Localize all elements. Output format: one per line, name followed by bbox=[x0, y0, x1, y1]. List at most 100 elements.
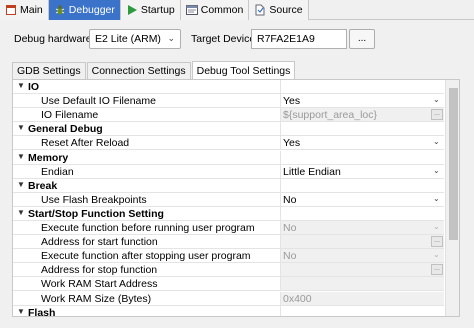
column-divider bbox=[280, 150, 281, 165]
property-name: Address for start function bbox=[41, 236, 158, 249]
category-row[interactable]: ▼ General Debug bbox=[13, 122, 444, 137]
column-divider bbox=[280, 206, 281, 221]
chevron-down-icon[interactable]: ⌄ bbox=[433, 95, 440, 104]
property-value[interactable]: Yes bbox=[283, 137, 300, 149]
category-row[interactable]: ▼ Memory bbox=[13, 150, 444, 165]
property-name: IO Filename bbox=[41, 109, 99, 122]
tab-debugger[interactable]: Debugger bbox=[48, 0, 121, 20]
tab-connection-settings[interactable]: Connection Settings bbox=[86, 62, 191, 80]
property-name: Work RAM Start Address bbox=[41, 278, 158, 291]
category-row[interactable]: ▼ Start/Stop Function Setting bbox=[13, 206, 444, 221]
category-label: Break bbox=[28, 179, 58, 192]
property-name: Work RAM Size (Bytes) bbox=[41, 292, 152, 305]
disabled-value-cell bbox=[281, 235, 444, 249]
property-name: Use Flash Breakpoints bbox=[41, 193, 147, 206]
property-value[interactable]: Little Endian bbox=[283, 166, 341, 178]
disabled-value-cell bbox=[281, 277, 444, 291]
tab-common[interactable]: Common bbox=[180, 0, 250, 20]
property-name: Execute function before running user pro… bbox=[41, 222, 255, 234]
chevron-down-icon: ⌄ bbox=[167, 33, 175, 43]
tab-common-label: Common bbox=[200, 4, 244, 16]
tab-startup[interactable]: Startup bbox=[120, 0, 181, 20]
property-row[interactable]: Address for stop function... bbox=[13, 263, 444, 278]
chevron-down-icon: ⌄ bbox=[433, 250, 440, 260]
tab-startup-label: Startup bbox=[140, 4, 175, 16]
expand-toggle-icon[interactable]: ▼ bbox=[17, 81, 25, 90]
column-divider bbox=[280, 136, 281, 151]
property-row[interactable]: Address for start function... bbox=[13, 235, 444, 250]
tab-debugger-label: Debugger bbox=[68, 4, 115, 16]
property-row[interactable]: Work RAM Size (Bytes) 0x400 bbox=[13, 291, 444, 306]
column-divider bbox=[280, 235, 281, 250]
category-label: General Debug bbox=[28, 123, 103, 136]
target-device-browse-button[interactable]: ... bbox=[349, 29, 375, 49]
category-row[interactable]: ▼ Flash bbox=[13, 305, 444, 316]
vertical-scrollbar[interactable] bbox=[445, 80, 459, 316]
property-value: No bbox=[283, 222, 297, 234]
expand-toggle-icon[interactable]: ▼ bbox=[17, 208, 25, 217]
property-name: Reset After Reload bbox=[41, 137, 130, 150]
chevron-down-icon: ⌄ bbox=[433, 222, 440, 231]
tab-debug-tool-settings[interactable]: Debug Tool Settings bbox=[191, 61, 296, 80]
debugger-sub-tabs: GDB Settings Connection Settings Debug T… bbox=[12, 61, 296, 80]
debug-hardware-value: E2 Lite (ARM) bbox=[95, 33, 161, 45]
tab-source-label: Source bbox=[269, 4, 303, 16]
browse-button[interactable]: ... bbox=[431, 264, 443, 276]
property-row[interactable]: Use Flash Breakpoints No ⌄ bbox=[13, 192, 444, 207]
property-name: Execute function after stopping user pro… bbox=[41, 250, 251, 263]
browse-button[interactable]: ... bbox=[431, 109, 443, 121]
property-name: Use Default IO Filename bbox=[41, 95, 156, 108]
property-row[interactable]: IO Filename ${support_area_loc}... bbox=[13, 108, 444, 123]
source-icon bbox=[254, 4, 266, 16]
property-row[interactable]: Endian Little Endian ⌄ bbox=[13, 164, 444, 179]
launch-config-tabs: Main Debugger Startup Common Source bbox=[0, 0, 474, 20]
column-divider bbox=[280, 108, 281, 123]
property-name: Endian bbox=[41, 165, 74, 178]
column-divider bbox=[280, 305, 281, 316]
debug-hardware-select[interactable]: E2 Lite (ARM) ⌄ bbox=[89, 29, 181, 49]
category-label: Start/Stop Function Setting bbox=[28, 207, 164, 220]
expand-toggle-icon[interactable]: ▼ bbox=[17, 123, 25, 132]
tab-gdb-settings[interactable]: GDB Settings bbox=[12, 62, 86, 80]
category-label: IO bbox=[28, 81, 40, 93]
disabled-value-cell bbox=[281, 249, 444, 263]
chevron-down-icon[interactable]: ⌄ bbox=[433, 137, 440, 146]
column-divider bbox=[280, 80, 281, 94]
property-value: No bbox=[283, 250, 297, 263]
column-divider bbox=[280, 291, 281, 306]
debug-hardware-label: Debug hardware: bbox=[14, 33, 95, 45]
property-value: 0x400 bbox=[283, 292, 312, 305]
column-divider bbox=[280, 178, 281, 193]
column-divider bbox=[280, 164, 281, 179]
property-row[interactable]: Work RAM Start Address bbox=[13, 277, 444, 292]
tab-source[interactable]: Source bbox=[249, 0, 309, 20]
target-device-field[interactable]: R7FA2E1A9 bbox=[251, 29, 347, 49]
disabled-value-cell bbox=[281, 221, 444, 234]
category-label: Memory bbox=[28, 151, 69, 164]
property-name: Address for stop function bbox=[41, 264, 158, 277]
property-row[interactable]: Use Default IO Filename Yes ⌄ bbox=[13, 94, 444, 109]
property-row[interactable]: Reset After Reload Yes ⌄ bbox=[13, 136, 444, 151]
expand-toggle-icon[interactable]: ▼ bbox=[17, 307, 25, 316]
scrollbar-thumb[interactable] bbox=[449, 88, 458, 240]
column-divider bbox=[280, 94, 281, 109]
column-divider bbox=[280, 249, 281, 264]
target-device-value: R7FA2E1A9 bbox=[257, 33, 315, 45]
column-divider bbox=[280, 263, 281, 278]
expand-toggle-icon[interactable]: ▼ bbox=[17, 180, 25, 189]
property-row[interactable]: Execute function before running user pro… bbox=[13, 221, 444, 235]
property-value: ${support_area_loc} bbox=[283, 109, 377, 122]
property-value[interactable]: Yes bbox=[283, 95, 300, 107]
play-icon bbox=[126, 4, 138, 16]
chevron-down-icon[interactable]: ⌄ bbox=[433, 166, 440, 175]
chevron-down-icon[interactable]: ⌄ bbox=[433, 194, 440, 203]
property-row[interactable]: Execute function after stopping user pro… bbox=[13, 249, 444, 264]
column-divider bbox=[280, 122, 281, 137]
column-divider bbox=[280, 192, 281, 207]
property-value[interactable]: No bbox=[283, 194, 296, 206]
tab-main[interactable]: Main bbox=[0, 0, 49, 20]
browse-button[interactable]: ... bbox=[431, 236, 443, 248]
expand-toggle-icon[interactable]: ▼ bbox=[17, 152, 25, 161]
category-row[interactable]: ▼ Break bbox=[13, 178, 444, 193]
category-row[interactable]: ▼ IO bbox=[13, 80, 444, 94]
